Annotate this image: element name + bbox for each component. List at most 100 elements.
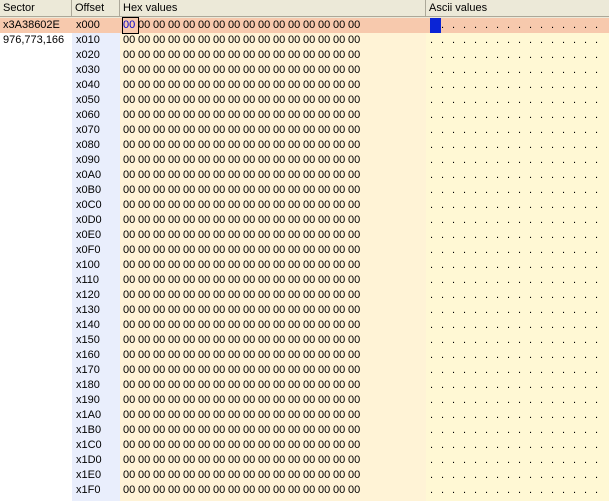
hex-byte[interactable]: 00 — [273, 33, 288, 48]
ascii-char[interactable]: . — [430, 33, 441, 48]
ascii-char[interactable]: . — [452, 213, 463, 228]
ascii-char[interactable]: . — [474, 363, 485, 378]
ascii-char[interactable]: . — [430, 483, 441, 498]
ascii-char[interactable]: . — [463, 123, 474, 138]
hex-byte[interactable]: 00 — [123, 63, 138, 78]
hex-byte[interactable]: 00 — [243, 303, 258, 318]
hex-byte[interactable]: 00 — [333, 378, 348, 393]
hex-byte[interactable]: 00 — [348, 48, 363, 63]
ascii-char[interactable]: . — [584, 393, 595, 408]
ascii-char[interactable]: . — [430, 183, 441, 198]
hex-byte[interactable]: 00 — [288, 123, 303, 138]
hex-byte[interactable]: 00 — [213, 243, 228, 258]
ascii-char[interactable]: . — [529, 63, 540, 78]
ascii-char[interactable]: . — [551, 468, 562, 483]
hex-byte[interactable]: 00 — [348, 423, 363, 438]
hex-byte[interactable]: 00 — [198, 213, 213, 228]
ascii-char[interactable]: . — [463, 33, 474, 48]
hex-byte[interactable]: 00 — [153, 63, 168, 78]
ascii-char[interactable]: . — [595, 438, 606, 453]
ascii-char[interactable]: . — [551, 333, 562, 348]
hex-byte[interactable]: 00 — [348, 78, 363, 93]
ascii-char[interactable]: . — [551, 108, 562, 123]
ascii-char[interactable]: . — [551, 198, 562, 213]
hex-byte[interactable]: 00 — [123, 393, 138, 408]
hex-byte[interactable]: 00 — [153, 183, 168, 198]
hex-byte[interactable]: 00 — [243, 183, 258, 198]
ascii-char[interactable]: . — [584, 33, 595, 48]
ascii-char[interactable]: . — [452, 363, 463, 378]
ascii-char[interactable]: . — [463, 198, 474, 213]
hex-byte[interactable]: 00 — [288, 243, 303, 258]
ascii-char[interactable]: . — [430, 243, 441, 258]
ascii-char[interactable]: . — [474, 423, 485, 438]
ascii-char[interactable]: . — [452, 288, 463, 303]
hex-byte[interactable]: 00 — [168, 123, 183, 138]
hex-byte[interactable]: 00 — [288, 48, 303, 63]
hex-byte[interactable]: 00 — [228, 18, 243, 33]
ascii-char[interactable]: . — [562, 468, 573, 483]
hex-byte[interactable]: 00 — [303, 243, 318, 258]
hex-byte[interactable]: 00 — [318, 393, 333, 408]
hex-byte[interactable]: 00 — [243, 318, 258, 333]
hex-byte[interactable]: 00 — [288, 453, 303, 468]
ascii-char[interactable]: . — [507, 228, 518, 243]
hex-byte[interactable]: 00 — [138, 258, 153, 273]
hex-byte[interactable]: 00 — [318, 348, 333, 363]
hex-byte[interactable]: 00 — [288, 273, 303, 288]
ascii-char[interactable]: . — [595, 93, 606, 108]
hex-byte[interactable]: 00 — [273, 333, 288, 348]
hex-byte[interactable]: 00 — [333, 318, 348, 333]
hex-byte[interactable]: 00 — [288, 348, 303, 363]
hex-byte[interactable]: 00 — [303, 363, 318, 378]
ascii-char[interactable]: . — [518, 198, 529, 213]
hex-byte[interactable]: 00 — [318, 63, 333, 78]
ascii-char[interactable]: . — [573, 93, 584, 108]
hex-byte[interactable]: 00 — [213, 363, 228, 378]
ascii-char[interactable]: . — [529, 453, 540, 468]
ascii-char[interactable]: . — [496, 78, 507, 93]
hex-byte[interactable]: 00 — [138, 213, 153, 228]
hex-byte[interactable]: 00 — [288, 288, 303, 303]
hex-byte[interactable]: 00 — [258, 333, 273, 348]
hex-byte[interactable]: 00 — [198, 243, 213, 258]
hex-byte[interactable]: 00 — [303, 153, 318, 168]
hex-byte[interactable]: 00 — [228, 78, 243, 93]
ascii-char[interactable]: . — [584, 228, 595, 243]
ascii-char[interactable]: . — [441, 303, 452, 318]
ascii-char[interactable]: . — [507, 408, 518, 423]
ascii-char[interactable]: . — [551, 483, 562, 498]
ascii-char[interactable]: . — [430, 258, 441, 273]
hex-byte[interactable]: 00 — [258, 48, 273, 63]
hex-byte[interactable]: 00 — [303, 228, 318, 243]
hex-byte[interactable]: 00 — [348, 393, 363, 408]
hex-byte[interactable]: 00 — [318, 438, 333, 453]
ascii-char[interactable]: . — [496, 468, 507, 483]
hex-byte[interactable]: 00 — [183, 318, 198, 333]
hex-byte[interactable]: 00 — [153, 408, 168, 423]
selected-ascii-char[interactable]: . — [430, 18, 441, 33]
hex-byte[interactable]: 00 — [303, 93, 318, 108]
hex-byte[interactable]: 00 — [258, 168, 273, 183]
hex-byte[interactable]: 00 — [153, 363, 168, 378]
hex-byte[interactable]: 00 — [123, 183, 138, 198]
ascii-char[interactable]: . — [529, 438, 540, 453]
hex-byte[interactable]: 00 — [348, 213, 363, 228]
ascii-char[interactable]: . — [551, 213, 562, 228]
ascii-char[interactable]: . — [584, 453, 595, 468]
ascii-char[interactable]: . — [584, 198, 595, 213]
ascii-char[interactable]: . — [551, 168, 562, 183]
ascii-char[interactable]: . — [441, 228, 452, 243]
ascii-char[interactable]: . — [441, 63, 452, 78]
hex-byte[interactable]: 00 — [198, 273, 213, 288]
hex-byte[interactable]: 00 — [258, 93, 273, 108]
ascii-char[interactable]: . — [452, 483, 463, 498]
ascii-char[interactable]: . — [474, 273, 485, 288]
hex-byte[interactable]: 00 — [273, 153, 288, 168]
hex-byte[interactable]: 00 — [348, 288, 363, 303]
ascii-char[interactable]: . — [584, 123, 595, 138]
ascii-char[interactable]: . — [573, 288, 584, 303]
hex-byte[interactable]: 00 — [303, 198, 318, 213]
ascii-char[interactable]: . — [595, 393, 606, 408]
hex-byte[interactable]: 00 — [228, 453, 243, 468]
